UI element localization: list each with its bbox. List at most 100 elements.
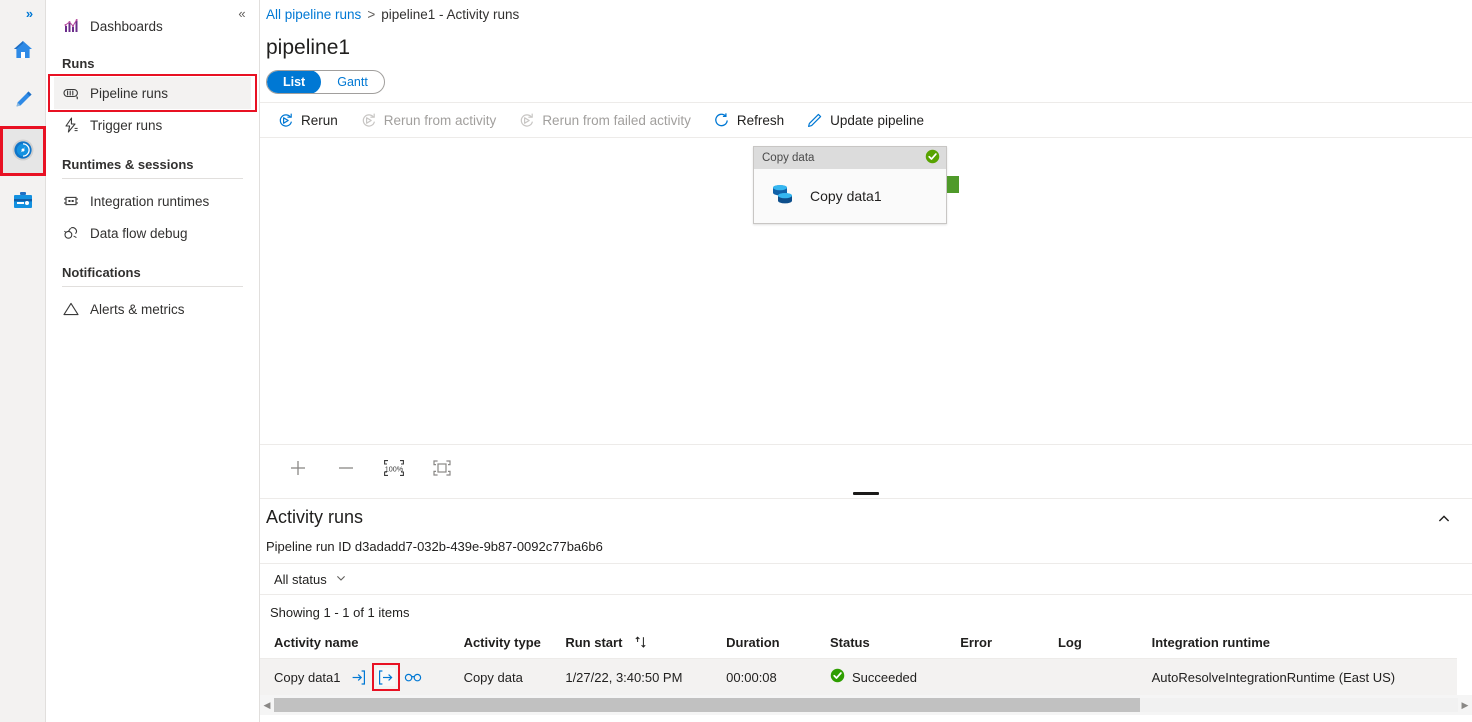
rerun-from-activity-button[interactable]: Rerun from activity: [349, 103, 508, 137]
cell-run-start: 1/27/22, 3:40:50 PM: [565, 659, 726, 696]
sidebar-group-runtimes: Runtimes & sessions: [46, 157, 259, 172]
sidebar-item-label: Dashboards: [90, 19, 163, 34]
command-bar: Rerun Rerun from activity: [260, 102, 1472, 138]
trigger-runs-icon: [62, 116, 80, 134]
sidebar-divider-notifications: [62, 286, 243, 287]
chevron-up-icon[interactable]: [1432, 507, 1456, 531]
cell-integration-runtime: AutoResolveIntegrationRuntime (East US): [1152, 659, 1457, 696]
status-filter-dropdown[interactable]: All status: [270, 572, 351, 587]
column-header-activity-type[interactable]: Activity type: [464, 629, 566, 659]
rail-item-manage[interactable]: [0, 176, 46, 226]
update-pipeline-button[interactable]: Update pipeline: [795, 103, 935, 137]
input-icon[interactable]: [350, 668, 368, 686]
column-header-integration-runtime[interactable]: Integration runtime: [1152, 629, 1457, 659]
cell-activity-type: Copy data: [464, 659, 566, 696]
icon-rail: »: [0, 0, 46, 722]
svg-text:100%: 100%: [385, 464, 404, 473]
app-root: »: [0, 0, 1472, 722]
chevron-down-icon: [335, 572, 347, 587]
tab-list[interactable]: List: [267, 70, 321, 94]
sidebar-group-runs: Runs: [46, 56, 259, 71]
column-header-status[interactable]: Status: [830, 629, 960, 659]
activity-runs-filterbar: All status: [260, 563, 1472, 595]
author-pencil-icon: [11, 88, 35, 115]
rerun-icon: [277, 112, 294, 129]
activity-node-output-port[interactable]: [947, 176, 959, 193]
rail-item-monitor[interactable]: [0, 126, 46, 176]
splitter-handle[interactable]: [853, 492, 879, 495]
zoom-to-fit-icon[interactable]: [428, 454, 456, 482]
sidebar-item-label: Trigger runs: [90, 118, 162, 133]
sidebar-item-data-flow-debug[interactable]: Data flow debug: [54, 217, 251, 249]
integration-runtimes-icon: [62, 192, 80, 210]
sidebar: « Dashboards Runs: [46, 0, 260, 722]
column-header-run-start[interactable]: Run start: [565, 629, 726, 659]
activity-node-copy-data[interactable]: Copy data: [753, 146, 947, 224]
pipeline-canvas[interactable]: Copy data: [260, 138, 1472, 444]
activity-runs-header: Activity runs: [260, 499, 1472, 531]
cell-error: [960, 659, 1058, 696]
column-header-activity-name[interactable]: Activity name: [260, 629, 464, 659]
rerun-button[interactable]: Rerun: [266, 103, 349, 137]
rerun-from-failed-activity-button[interactable]: Rerun from failed activity: [507, 103, 702, 137]
view-toggle: List Gantt: [260, 63, 1472, 102]
breadcrumb-current: pipeline1 - Activity runs: [381, 7, 519, 22]
zoom-100-percent-icon[interactable]: 100%: [380, 454, 408, 482]
sidebar-item-integration-runtimes[interactable]: Integration runtimes: [54, 185, 251, 217]
sidebar-item-label: Integration runtimes: [90, 194, 209, 209]
refresh-label: Refresh: [737, 113, 784, 128]
breadcrumb-separator: >: [367, 7, 375, 22]
column-header-log[interactable]: Log: [1058, 629, 1152, 659]
rerun-from-failed-activity-label: Rerun from failed activity: [542, 113, 691, 128]
alerts-metrics-icon: [62, 300, 80, 318]
sidebar-item-label: Data flow debug: [90, 226, 188, 241]
scrollbar-thumb[interactable]: [274, 698, 1140, 712]
rerun-from-activity-label: Rerun from activity: [384, 113, 497, 128]
sidebar-item-pipeline-runs[interactable]: Pipeline runs: [54, 77, 251, 109]
showing-count: Showing 1 - 1 of 1 items: [260, 595, 1472, 629]
output-icon[interactable]: [377, 668, 395, 686]
pipeline-run-id-value: d3adadd7-032b-439e-9b87-0092c77ba6b6: [355, 539, 603, 554]
breadcrumb: All pipeline runs > pipeline1 - Activity…: [260, 0, 1472, 29]
rail-item-author[interactable]: [0, 76, 46, 126]
breadcrumb-all-pipeline-runs[interactable]: All pipeline runs: [266, 7, 361, 22]
scroll-left-arrow[interactable]: ◀: [260, 700, 274, 711]
details-glasses-icon[interactable]: [404, 668, 422, 686]
canvas-zoom-toolbar: 100%: [260, 444, 1472, 490]
rerun-label: Rerun: [301, 113, 338, 128]
activity-name-text: Copy data1: [274, 670, 341, 685]
activity-node-body: Copy data1: [754, 169, 946, 223]
activity-runs-panel: Activity runs Pipeline run ID d3adadd7-0…: [260, 498, 1472, 722]
activity-node-type-label: Copy data: [762, 152, 814, 164]
sidebar-item-label: Pipeline runs: [90, 86, 168, 101]
column-header-duration[interactable]: Duration: [726, 629, 830, 659]
sidebar-item-alerts-metrics[interactable]: Alerts & metrics: [54, 293, 251, 325]
status-badge: Succeeded: [852, 670, 917, 685]
sidebar-item-dashboards[interactable]: Dashboards: [54, 10, 251, 42]
activity-runs-title: Activity runs: [266, 507, 363, 528]
update-pipeline-pencil-icon: [806, 112, 823, 129]
sort-arrows-icon[interactable]: [634, 636, 648, 649]
refresh-button[interactable]: Refresh: [702, 103, 795, 137]
dashboards-icon: [62, 17, 80, 35]
sidebar-item-label: Alerts & metrics: [90, 302, 185, 317]
rerun-from-activity-icon: [360, 112, 377, 129]
rail-expand-button[interactable]: »: [0, 0, 46, 26]
horizontal-scrollbar[interactable]: ◀ ▶: [260, 695, 1472, 715]
table-row[interactable]: Copy data1: [260, 659, 1457, 696]
rerun-from-failed-activity-icon: [518, 112, 535, 129]
pipeline-run-id-label: Pipeline run ID: [266, 539, 351, 554]
home-icon: [11, 38, 35, 65]
status-filter-label: All status: [274, 572, 327, 587]
sidebar-item-trigger-runs[interactable]: Trigger runs: [54, 109, 251, 141]
scroll-right-arrow[interactable]: ▶: [1458, 700, 1472, 711]
scrollbar-track[interactable]: [274, 698, 1458, 712]
zoom-out-icon[interactable]: [332, 454, 360, 482]
tab-gantt[interactable]: Gantt: [321, 70, 384, 94]
success-check-icon: [925, 149, 940, 167]
column-header-error[interactable]: Error: [960, 629, 1058, 659]
panel-splitter[interactable]: [260, 490, 1472, 498]
rail-item-home[interactable]: [0, 26, 46, 76]
success-check-icon: [830, 668, 845, 686]
zoom-in-icon[interactable]: [284, 454, 312, 482]
